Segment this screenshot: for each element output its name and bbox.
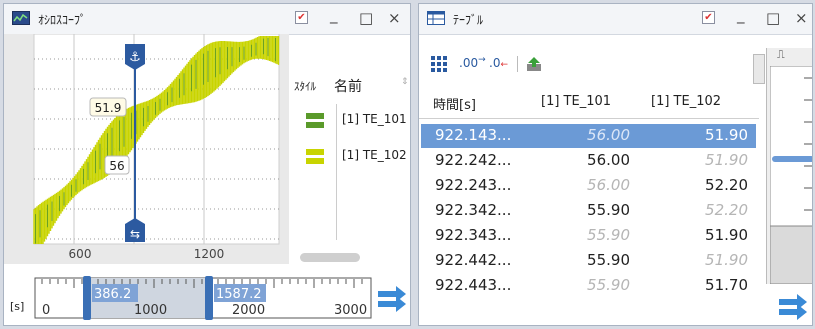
svg-text:⇆: ⇆: [130, 227, 140, 241]
legend-scrollbar[interactable]: [300, 253, 360, 262]
x-tick-label: 600: [69, 247, 92, 261]
range-end-value: 1587.2: [216, 287, 262, 302]
cell-time: 922.443...: [435, 276, 512, 294]
cell-time: 922.242...: [435, 151, 512, 169]
cell-time: 922.343...: [435, 226, 512, 244]
legend-item-te102[interactable]: [1] TE_102: [294, 146, 409, 170]
cursor-value-te101: 56: [109, 159, 124, 173]
close-button[interactable]: ×: [795, 9, 808, 27]
cell-te101: 56.00: [587, 176, 630, 194]
oscilloscope-panel: ｵｼﾛｽｺｰﾌﾟ ✔ _ □ × ⚓ ⇆ 51.9 56 600 1200 ｽﾀ…: [3, 3, 411, 326]
legend-item-label: [1] TE_101: [342, 112, 407, 126]
oscilloscope-title: ｵｼﾛｽｺｰﾌﾟ: [38, 13, 87, 27]
minimize-button[interactable]: _: [330, 6, 338, 24]
range-start-value: 386.2: [94, 287, 131, 302]
cell-te102: 52.20: [705, 176, 748, 194]
cell-te102: 51.90: [705, 151, 748, 169]
overview-tick-label: 2000: [232, 303, 265, 318]
column-header-time[interactable]: 時間[s]: [433, 94, 476, 113]
table-row[interactable]: 922.443... 55.90 51.70: [421, 274, 756, 298]
overview-range-slider[interactable]: 386.2 1587.2 0 1000 2000 3000: [34, 274, 374, 324]
cell-te102: 51.90: [705, 226, 748, 244]
table-row[interactable]: 922.342... 55.90 52.20: [421, 199, 756, 223]
oscilloscope-titlebar: ｵｼﾛｽｺｰﾌﾟ ✔ _ □ ×: [4, 4, 410, 35]
legend-item-label: [1] TE_102: [342, 148, 407, 162]
legend-item-te101[interactable]: [1] TE_101: [294, 110, 409, 134]
cell-time: 922.342...: [435, 201, 512, 219]
table-row[interactable]: 922.243... 56.00 52.20: [421, 174, 756, 198]
legend: ｽﾀｲﾙ 名前 ⇕ [1] TE_101 [1] TE_102: [294, 74, 409, 244]
pin-checkbox-icon[interactable]: ✔: [702, 11, 715, 24]
cell-te102: 51.70: [705, 276, 748, 294]
cell-te102: 51.90: [705, 251, 748, 269]
overview-tick-label: 0: [42, 303, 50, 318]
grid-view-icon[interactable]: [431, 56, 449, 72]
overview-tick-label: 3000: [334, 303, 367, 318]
table-toolbar: .00→ .0←: [419, 34, 759, 86]
minimize-button[interactable]: _: [737, 6, 745, 24]
cell-te102: 51.90: [705, 126, 748, 144]
scroll-right-arrow-icon[interactable]: [777, 293, 809, 323]
legend-style-header: ｽﾀｲﾙ: [294, 80, 316, 93]
decrease-decimals-label: .0: [489, 56, 501, 70]
range-end-handle[interactable]: [205, 276, 213, 320]
pin-checkbox-icon[interactable]: ✔: [295, 11, 308, 24]
cell-time: 922.442...: [435, 251, 512, 269]
overview-unit-label: [s]: [10, 300, 25, 313]
cell-time: 922.243...: [435, 176, 512, 194]
export-icon[interactable]: [525, 55, 543, 73]
svg-text:⚓: ⚓: [129, 50, 141, 65]
side-ruler-panel: ⎍: [766, 48, 813, 284]
increase-decimals-button[interactable]: .00→: [459, 55, 486, 70]
maximize-button[interactable]: □: [766, 9, 780, 27]
overview-tick-label: 1000: [134, 303, 167, 318]
table-row[interactable]: 922.442... 55.90 51.90: [421, 249, 756, 273]
legend-name-header: 名前: [334, 79, 362, 95]
close-button[interactable]: ×: [388, 9, 401, 27]
oscilloscope-plot[interactable]: ⚓ ⇆ 51.9 56 600 1200: [4, 34, 289, 264]
column-header-te101[interactable]: [1] TE_101: [541, 94, 611, 109]
column-header-te102[interactable]: [1] TE_102: [651, 94, 721, 109]
maximize-button[interactable]: □: [359, 9, 373, 27]
cell-te101: 55.90: [587, 251, 630, 269]
table-row[interactable]: 922.143... 56.00 51.90: [421, 124, 756, 148]
oscilloscope-icon: [12, 11, 30, 25]
scroll-right-arrow-icon[interactable]: [376, 285, 408, 315]
ruler-icon[interactable]: ⎍: [777, 48, 785, 62]
header-divider: [419, 118, 759, 119]
cell-te102: 52.20: [705, 201, 748, 219]
table-panel: ﾃｰﾌﾞﾙ ✔ _ □ × .00→ .0← 時間[s] [1] TE_101 …: [418, 3, 813, 326]
cell-te101: 56.00: [587, 126, 630, 144]
table-icon: [427, 11, 445, 25]
range-start-handle[interactable]: [83, 276, 91, 320]
cell-te101: 56.00: [587, 151, 630, 169]
table-row[interactable]: 922.242... 56.00 51.90: [421, 149, 756, 173]
cell-te101: 55.90: [587, 201, 630, 219]
side-ruler[interactable]: [770, 66, 813, 284]
legend-swatch-icon: [306, 122, 324, 128]
legend-swatch-icon: [306, 149, 324, 155]
cell-time: 922.143...: [435, 126, 512, 144]
x-tick-label: 1200: [194, 247, 225, 261]
legend-swatch-icon: [306, 113, 324, 119]
table-row[interactable]: 922.343... 55.90 51.90: [421, 224, 756, 248]
table-title: ﾃｰﾌﾞﾙ: [453, 13, 484, 27]
table-scrollbar-thumb[interactable]: [753, 54, 765, 84]
legend-swatch-icon: [306, 158, 324, 164]
increase-decimals-label: .00: [459, 56, 479, 70]
cell-te101: 55.90: [587, 276, 630, 294]
cell-te101: 55.90: [587, 226, 630, 244]
cursor-value-te102: 51.9: [95, 101, 122, 115]
sort-icon[interactable]: ⇕: [401, 77, 409, 87]
table-titlebar: ﾃｰﾌﾞﾙ ✔ _ □ ×: [419, 4, 812, 35]
decrease-decimals-button[interactable]: .0←: [489, 56, 508, 70]
toolbar-separator: [517, 56, 518, 72]
